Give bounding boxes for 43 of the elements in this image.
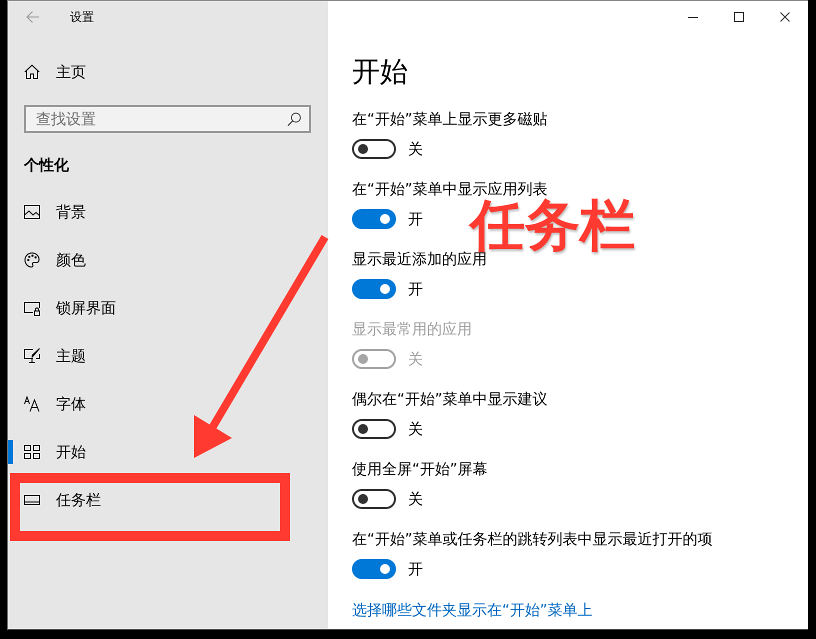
monitor-brush-icon <box>24 348 40 364</box>
toggle-state-label: 关 <box>408 139 423 159</box>
setting-label: 显示最常用的应用 <box>352 319 473 339</box>
sidebar-item[interactable]: 字体 <box>24 394 86 414</box>
page-title: 开始 <box>352 54 409 90</box>
toggle-switch[interactable] <box>352 139 396 159</box>
toggle-state-label: 关 <box>408 349 423 369</box>
maximize-icon[interactable] <box>734 12 744 22</box>
folders-link[interactable]: 选择哪些文件夹显示在“开始”菜单上 <box>352 601 593 619</box>
picture-icon <box>24 204 40 220</box>
setting-label: 在“开始”菜单或任务栏的跳转列表中显示最近打开的项 <box>352 529 714 549</box>
toggle-switch[interactable] <box>352 559 396 579</box>
toggle-state-label: 关 <box>408 419 423 439</box>
search-field[interactable]: 查找设置 <box>24 105 311 133</box>
sidebar-item[interactable]: 开始 <box>24 442 86 462</box>
setting-label: 使用全屏“开始”屏幕 <box>352 459 489 479</box>
toggle-state-label: 关 <box>408 489 423 509</box>
toggle-switch[interactable] <box>352 489 396 509</box>
font-size-icon <box>24 396 40 412</box>
section-heading: 个性化 <box>24 155 70 176</box>
toggle-state-label: 开 <box>408 559 423 579</box>
sidebar-item[interactable]: 主题 <box>24 346 86 366</box>
palette-icon <box>24 252 40 268</box>
setting-label: 在“开始”菜单上显示更多磁贴 <box>352 109 549 129</box>
toggle-switch[interactable] <box>352 419 396 439</box>
lock-screen-icon <box>24 300 40 316</box>
toggle-switch[interactable] <box>352 279 396 299</box>
home-link[interactable]: 主页 <box>24 62 86 82</box>
close-icon[interactable] <box>780 12 790 22</box>
search-icon[interactable] <box>287 112 302 127</box>
setting-label: 在“开始”菜单中显示应用列表 <box>352 179 549 198</box>
window-title: 设置 <box>70 8 94 24</box>
toggle-switch[interactable] <box>352 209 396 229</box>
sidebar-item[interactable]: 锁屏界面 <box>24 298 116 318</box>
sidebar-item[interactable]: 任务栏 <box>24 490 101 510</box>
setting-label: 偶尔在“开始”菜单中显示建议 <box>352 389 549 409</box>
toggle-state-label: 开 <box>408 279 423 299</box>
taskbar-icon <box>24 492 40 508</box>
toggle-state-label: 开 <box>408 209 423 229</box>
home-icon <box>24 64 40 80</box>
tiles-icon <box>24 444 40 460</box>
sidebar-item[interactable]: 背景 <box>24 202 86 222</box>
sidebar-item[interactable]: 颜色 <box>24 250 86 270</box>
